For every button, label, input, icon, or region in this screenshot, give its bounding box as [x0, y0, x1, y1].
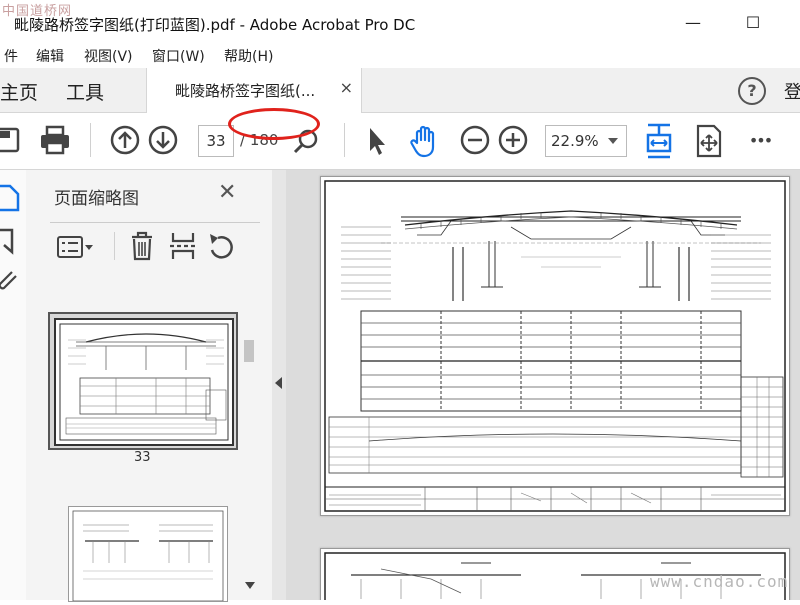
title-bar: 中国道桥网 毗陵路桥签字图纸(打印蓝图).pdf - Adobe Acrobat… — [0, 0, 800, 44]
left-tool-rail — [0, 170, 27, 600]
select-cursor-icon[interactable] — [364, 125, 390, 157]
tab-home[interactable]: 主页 — [0, 78, 38, 105]
panel-title: 页面缩略图 — [54, 189, 139, 209]
menu-window[interactable]: 窗口(W) — [152, 46, 205, 66]
close-icon[interactable]: ✕ — [218, 180, 236, 205]
watermark-bottom-right: www.cndao.com — [650, 572, 789, 591]
panel-divider — [50, 222, 260, 223]
tab-tools[interactable]: 工具 — [66, 78, 104, 105]
collapse-panel-icon[interactable] — [274, 376, 284, 390]
panel-collapse-strip[interactable] — [272, 170, 286, 600]
window-title: 毗陵路桥签字图纸(打印蓝图).pdf - Adobe Acrobat Pro D… — [14, 16, 416, 34]
full-screen-icon[interactable] — [692, 123, 724, 159]
document-page-33 — [320, 176, 790, 516]
minimize-button[interactable]: — — [678, 8, 708, 36]
thumbnail-page-34[interactable] — [68, 506, 228, 602]
panel-toolbar — [50, 230, 260, 264]
thumbnail-panel: 页面缩略图 ✕ 33 — [26, 170, 273, 602]
panel-scrollbar[interactable] — [242, 280, 258, 600]
main-toolbar: 33 / 180 22.9% ••• — [0, 113, 800, 170]
delete-page-icon[interactable] — [128, 230, 156, 262]
toolbar-separator — [344, 123, 345, 157]
menu-view[interactable]: 视图(V) — [84, 46, 133, 66]
annotation-ellipse — [228, 108, 320, 140]
menu-help[interactable]: 帮助(H) — [224, 46, 273, 66]
options-menu-icon[interactable] — [56, 232, 96, 262]
more-tools-icon[interactable]: ••• — [742, 129, 778, 151]
fit-width-icon[interactable] — [644, 123, 674, 159]
zoom-out-icon[interactable] — [458, 123, 492, 157]
tab-document[interactable]: 毗陵路桥签字图纸(... × — [146, 68, 362, 113]
sign-in-link[interactable]: 登 — [784, 78, 800, 104]
menu-file[interactable]: 件 — [4, 46, 18, 66]
thumbnail-page-33[interactable] — [48, 312, 238, 450]
tab-close-icon[interactable]: × — [340, 78, 353, 97]
help-icon[interactable]: ? — [738, 77, 766, 105]
zoom-level-value: 22.9% — [551, 132, 599, 150]
next-page-icon[interactable] — [146, 123, 180, 157]
tabs-bar: 主页 工具 — [0, 68, 800, 113]
zoom-in-icon[interactable] — [496, 123, 530, 157]
rotate-page-icon[interactable] — [206, 230, 236, 262]
save-icon[interactable] — [0, 125, 22, 155]
scroll-down-icon[interactable] — [244, 580, 256, 590]
menu-bar: 件 编辑 视图(V) 窗口(W) 帮助(H) — [0, 44, 800, 68]
document-viewport[interactable] — [286, 170, 800, 600]
thumbnail-page-number: 33 — [134, 450, 151, 465]
tab-document-label: 毗陵路桥签字图纸(... — [175, 82, 316, 100]
scrollbar-thumb[interactable] — [244, 340, 254, 362]
panel-separator — [114, 232, 115, 260]
page-thumbnails-icon[interactable] — [0, 184, 22, 212]
print-icon[interactable] — [38, 123, 72, 157]
maximize-button[interactable]: ☐ — [738, 8, 768, 36]
hand-tool-icon[interactable] — [408, 123, 442, 159]
attachment-icon[interactable] — [0, 270, 22, 296]
toolbar-separator — [90, 123, 91, 157]
thumbnail-image — [54, 318, 234, 446]
bookmark-icon[interactable] — [0, 228, 20, 256]
chevron-down-icon — [608, 138, 618, 144]
previous-page-icon[interactable] — [108, 123, 142, 157]
menu-edit[interactable]: 编辑 — [36, 46, 64, 66]
zoom-level-dropdown[interactable]: 22.9% — [545, 125, 627, 157]
extract-page-icon[interactable] — [168, 230, 198, 262]
page-number-input[interactable]: 33 — [198, 125, 234, 157]
